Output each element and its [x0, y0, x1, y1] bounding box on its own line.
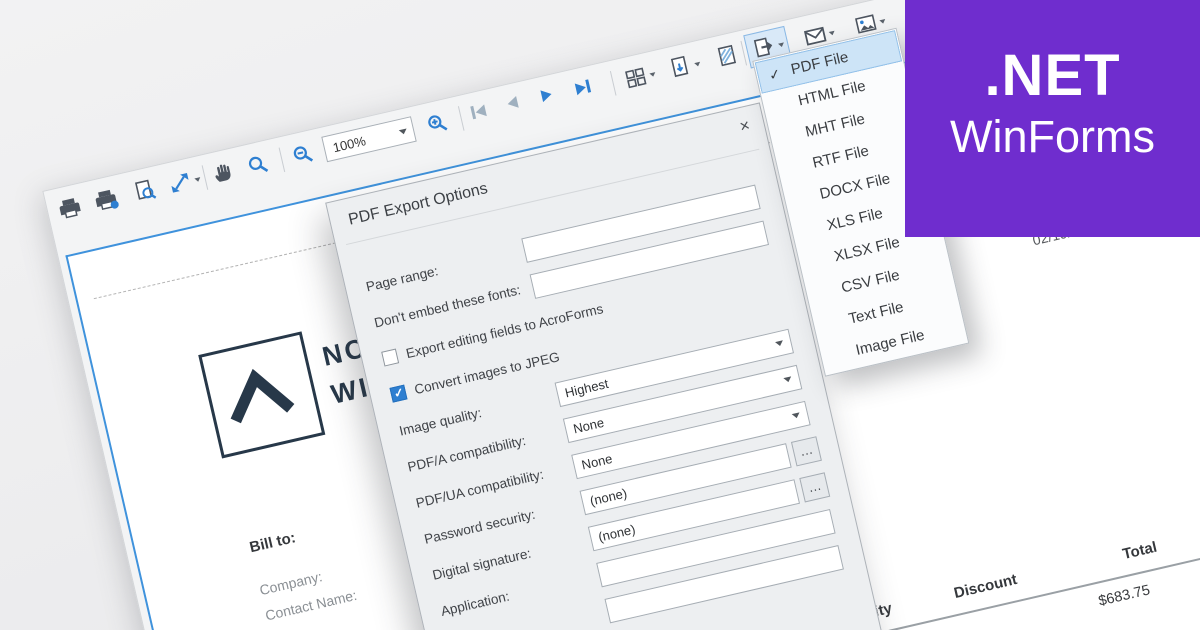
previous-page-icon[interactable] — [506, 96, 518, 110]
print-preview-icon[interactable] — [131, 177, 160, 206]
combo-dropdown-icon[interactable] — [783, 376, 792, 383]
print-icon[interactable] — [55, 194, 84, 223]
close-icon[interactable] — [738, 115, 752, 137]
toolbar-separator — [279, 148, 286, 173]
export-document-icon[interactable] — [666, 53, 695, 82]
badge-subtitle: WinForms — [905, 111, 1200, 163]
zoom-scale-icon[interactable] — [166, 168, 195, 197]
export-image-dropdown-icon[interactable] — [879, 19, 886, 24]
export-document-dropdown-icon[interactable] — [694, 62, 701, 67]
hand-tool-icon[interactable] — [208, 159, 237, 188]
acroforms-checkbox[interactable] — [381, 349, 399, 367]
zoom-level-value: 100% — [331, 133, 367, 155]
combo-dropdown-icon[interactable] — [792, 412, 801, 419]
watermark-icon[interactable] — [713, 42, 742, 71]
bill-to-label: Bill to: — [248, 529, 297, 556]
zoom-scale-dropdown-icon[interactable] — [194, 177, 201, 182]
password-security-ellipsis-button[interactable]: … — [791, 436, 822, 466]
zoom-dropdown-icon[interactable] — [399, 128, 408, 135]
badge-title: .NET — [905, 42, 1200, 109]
toolbar-separator — [610, 71, 617, 96]
magnifier-icon[interactable] — [244, 150, 273, 179]
total-value: $683.75 — [1097, 582, 1152, 609]
table-header-total: Total — [1121, 539, 1159, 563]
toolbar-separator — [458, 106, 465, 131]
table-header-discount: Discount — [952, 571, 1018, 602]
quick-print-icon[interactable] — [92, 186, 121, 215]
zoom-level-combo[interactable]: 100% — [321, 116, 416, 162]
northwind-logo — [198, 331, 325, 458]
next-page-icon[interactable] — [540, 88, 552, 102]
zoom-in-icon[interactable] — [423, 109, 452, 138]
combo-dropdown-icon[interactable] — [775, 340, 784, 347]
screenshot-stage: 100% — [0, 0, 1200, 630]
multi-page-dropdown-icon[interactable] — [649, 72, 656, 77]
dotnet-winforms-badge: .NET WinForms — [905, 0, 1200, 237]
first-page-icon[interactable] — [470, 103, 487, 119]
convert-images-jpeg-checkbox[interactable] — [389, 385, 407, 403]
toolbar-separator — [202, 165, 209, 190]
last-page-icon[interactable] — [575, 79, 592, 95]
send-email-dropdown-icon[interactable] — [829, 31, 836, 36]
zoom-out-icon[interactable] — [288, 140, 317, 169]
mountain-chevron-icon — [202, 336, 315, 449]
digital-signature-ellipsis-button[interactable]: … — [799, 472, 830, 502]
company-label: Company: — [258, 568, 324, 598]
multi-page-view-icon[interactable] — [622, 63, 651, 92]
